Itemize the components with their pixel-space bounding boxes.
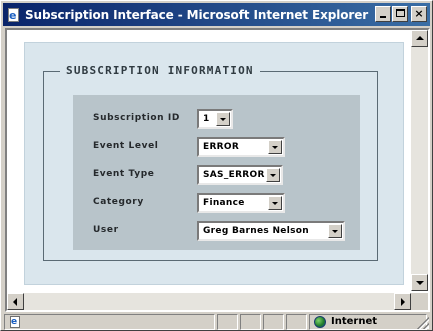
ie-page-icon[interactable]: e <box>6 7 22 23</box>
user-value: Greg Barnes Nelson <box>203 226 309 236</box>
user-row: User Greg Barnes Nelson <box>73 221 360 241</box>
category-select[interactable]: Finance <box>197 193 285 213</box>
form-panel: Subscription ID 1 Event Level ERROR Even… <box>73 95 360 250</box>
chevron-down-icon[interactable] <box>268 140 282 154</box>
chevron-down-icon[interactable] <box>268 196 282 210</box>
subscription-id-label: Subscription ID <box>93 113 180 123</box>
event-level-row: Event Level ERROR <box>73 137 360 157</box>
maximize-button[interactable] <box>392 6 408 22</box>
status-bar: e Internet <box>3 313 430 330</box>
maximize-icon <box>396 9 405 17</box>
minimize-button[interactable] <box>375 6 391 22</box>
event-type-value: SAS_ERROR <box>203 170 265 180</box>
fieldset-legend: SUBSCRIPTION INFORMATION <box>60 64 260 77</box>
browser-viewport: SUBSCRIPTION INFORMATION Subscription ID… <box>5 28 430 312</box>
scroll-up-button[interactable] <box>411 30 428 47</box>
page-content: SUBSCRIPTION INFORMATION Subscription ID… <box>7 30 411 291</box>
title-bar[interactable]: e Subscription Interface - Microsoft Int… <box>3 3 430 26</box>
event-level-select[interactable]: ERROR <box>197 137 285 157</box>
window-title: Subscription Interface - Microsoft Inter… <box>25 7 369 22</box>
category-row: Category Finance <box>73 193 360 213</box>
globe-icon <box>314 316 326 328</box>
status-message-cell: e <box>4 314 215 330</box>
security-zone-label: Internet <box>331 316 378 327</box>
status-cell-2 <box>240 314 261 330</box>
title-buttons: × <box>374 6 427 22</box>
vertical-scrollbar[interactable] <box>411 30 428 291</box>
subscription-id-row: Subscription ID 1 <box>73 109 360 129</box>
event-type-label: Event Type <box>93 169 155 179</box>
chevron-down-icon[interactable] <box>216 112 230 126</box>
horizontal-scrollbar[interactable] <box>7 293 411 310</box>
resize-grip[interactable] <box>417 317 429 329</box>
scrollbar-corner <box>411 293 428 310</box>
subscription-id-select[interactable]: 1 <box>197 109 233 129</box>
event-type-select[interactable]: SAS_ERROR <box>197 165 283 185</box>
scroll-down-button[interactable] <box>411 274 428 291</box>
scroll-left-button[interactable] <box>7 293 24 310</box>
minimize-icon <box>380 16 386 18</box>
scroll-right-button[interactable] <box>394 293 411 310</box>
user-label: User <box>93 225 119 235</box>
security-zone-cell[interactable]: Internet <box>309 314 427 330</box>
event-level-label: Event Level <box>93 141 159 151</box>
category-label: Category <box>93 197 144 207</box>
status-cell-1 <box>217 314 238 330</box>
event-type-row: Event Type SAS_ERROR <box>73 165 360 185</box>
browser-window: e Subscription Interface - Microsoft Int… <box>0 0 433 331</box>
status-cell-4 <box>286 314 307 330</box>
chevron-down-icon[interactable] <box>266 168 280 182</box>
subscription-id-value: 1 <box>203 114 210 124</box>
category-value: Finance <box>203 198 245 208</box>
close-button[interactable]: × <box>411 6 427 22</box>
event-level-value: ERROR <box>203 142 240 152</box>
user-select[interactable]: Greg Barnes Nelson <box>197 221 345 241</box>
chevron-down-icon[interactable] <box>328 224 342 238</box>
page-done-icon: e <box>9 316 23 329</box>
status-cell-3 <box>263 314 284 330</box>
